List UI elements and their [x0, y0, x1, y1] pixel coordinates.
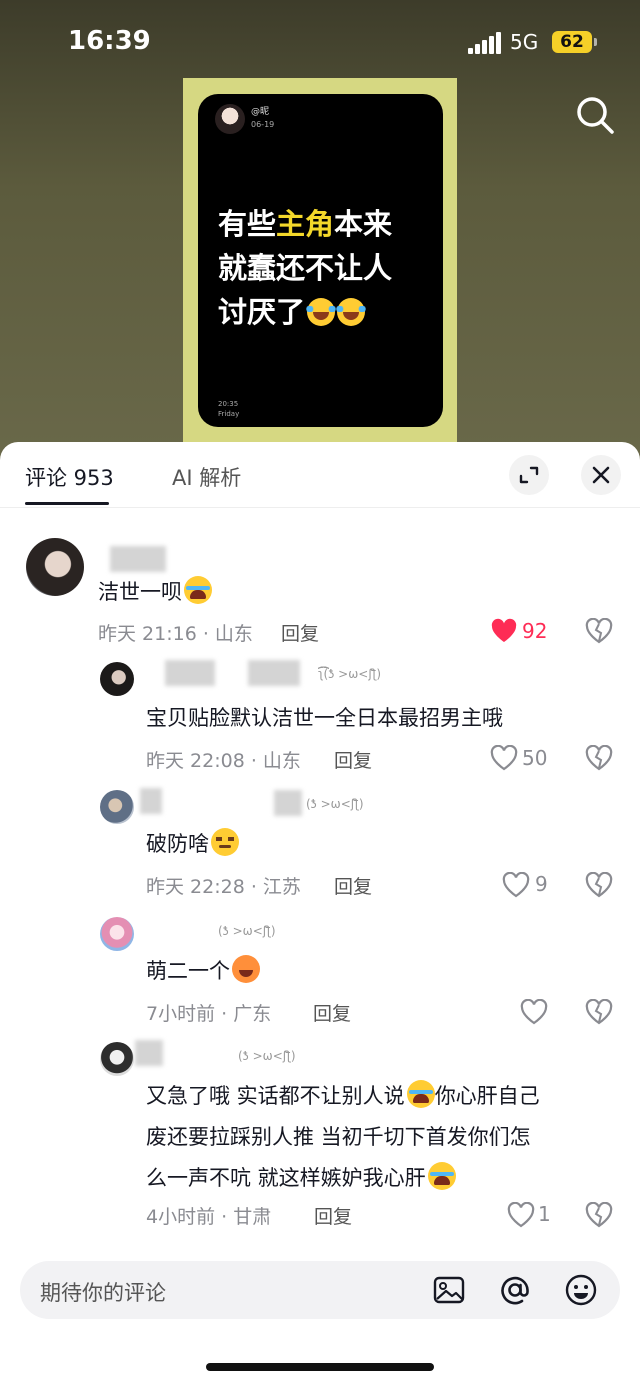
broken-heart-icon[interactable] — [585, 871, 613, 898]
network-label: 5G — [510, 30, 539, 54]
emoji-icon[interactable] — [564, 1273, 598, 1307]
comment-input-bar: 期待你的评论 — [0, 1248, 640, 1385]
username-blurred[interactable] — [248, 660, 300, 686]
like-count: 1 — [538, 1202, 551, 1226]
status-bar: 16:39 5G 62 — [0, 0, 640, 86]
reply-button[interactable]: 回复 — [334, 746, 372, 773]
comment-text: 又急了哦 实话都不让别人说 你心肝自己 废还要拉踩别人推 当初千切下首发你们怎 么… — [146, 1076, 616, 1199]
heart-icon[interactable] — [520, 998, 548, 1025]
search-icon[interactable] — [572, 92, 618, 138]
broken-heart-icon[interactable] — [585, 617, 613, 644]
avatar[interactable] — [100, 790, 134, 824]
video-poster[interactable]: @昵 06-19 有些主角本来 就蠢还不让人 讨厌了 20:35 Friday — [183, 78, 457, 450]
heart-icon[interactable] — [507, 1201, 535, 1228]
like-count: 50 — [522, 746, 548, 770]
comment-meta: 昨天 22:28 · 江苏 — [146, 876, 301, 898]
username-blurred[interactable] — [274, 790, 302, 816]
battery-tip — [594, 38, 597, 46]
close-button[interactable] — [581, 455, 621, 495]
active-tab-indicator — [25, 502, 109, 505]
video-area[interactable]: 16:39 5G 62 @昵 06-19 有些主角本来 就蠢还不让人 讨厌了 2… — [0, 0, 640, 470]
avatar[interactable] — [26, 538, 84, 596]
comment-meta: 昨天 21:16 · 山东 — [98, 623, 253, 645]
unamused-emoji-icon — [211, 828, 239, 856]
comment-meta: 4小时前 · 甘肃 — [146, 1206, 272, 1228]
close-icon — [592, 466, 610, 484]
sheet-tabs: 评论 953 AI 解析 — [0, 442, 640, 508]
broken-heart-icon[interactable] — [585, 744, 613, 771]
comment-text: 破防啥 — [146, 824, 239, 865]
laugh-cry-emoji-icon — [406, 1080, 435, 1108]
tab-comments[interactable]: 评论 953 — [25, 462, 114, 492]
like-count: 9 — [535, 872, 548, 896]
hot-face-emoji-icon — [232, 955, 260, 983]
reply-target-name: (ƾ >ω<ʃƪ) — [238, 1049, 296, 1063]
laugh-cry-emoji-icon — [335, 298, 368, 326]
poster-card: @昵 06-19 有些主角本来 就蠢还不让人 讨厌了 20:35 Friday — [198, 94, 443, 427]
expand-icon — [519, 466, 539, 484]
signal-icon — [468, 32, 502, 54]
like-count: 92 — [522, 619, 548, 643]
reply-button[interactable]: 回复 — [314, 1202, 352, 1229]
poster-avatar — [215, 104, 245, 134]
poster-text: 有些主角本来 就蠢还不让人 讨厌了 — [218, 207, 393, 329]
username-blurred[interactable] — [135, 1040, 163, 1066]
comment-text: 洁世一呗 — [98, 572, 212, 613]
tab-ai-analysis[interactable]: AI 解析 — [172, 462, 241, 492]
broken-heart-icon[interactable] — [585, 998, 613, 1025]
reply-target-name: (ƾ >ω<ʃƪ) — [218, 924, 276, 938]
comment-meta: 7小时前 · 广东 — [146, 1003, 272, 1025]
poster-user: @昵 — [251, 107, 270, 117]
comment-text: 萌二一个 — [146, 951, 260, 992]
username-blurred[interactable] — [110, 546, 166, 572]
comment-sheet: 评论 953 AI 解析 洁世一呗 昨天 21:16 · 山东 回复 92 ʅ͡… — [0, 442, 640, 1385]
reply-target-name: ʅ͡͡͡͡͡͡͡͡͡͡͡(ƾ >ω<ʃƪ) — [318, 667, 382, 681]
heart-icon[interactable] — [490, 618, 518, 644]
laugh-cry-emoji-icon — [305, 298, 338, 326]
status-time: 16:39 — [68, 26, 151, 56]
avatar[interactable] — [100, 662, 134, 696]
crying-emoji-icon — [184, 576, 212, 604]
home-indicator[interactable] — [206, 1363, 434, 1371]
reply-button[interactable]: 回复 — [281, 619, 319, 646]
avatar[interactable] — [100, 1042, 134, 1076]
avatar[interactable] — [100, 917, 134, 951]
heart-icon[interactable] — [490, 744, 518, 771]
at-icon[interactable] — [498, 1273, 532, 1307]
reply-target-name: (ƾ >ω<ʃƪ) — [306, 797, 364, 811]
input-placeholder: 期待你的评论 — [40, 1281, 166, 1305]
laugh-cry-emoji-icon — [427, 1162, 456, 1190]
username-blurred[interactable] — [140, 788, 162, 814]
poster-footer: 20:35 Friday — [218, 400, 240, 418]
reply-button[interactable]: 回复 — [313, 999, 351, 1026]
poster-date: 06-19 — [251, 120, 275, 129]
reply-button[interactable]: 回复 — [334, 872, 372, 899]
expand-button[interactable] — [509, 455, 549, 495]
broken-heart-icon[interactable] — [585, 1201, 613, 1228]
battery-icon: 62 — [552, 31, 592, 53]
image-icon[interactable] — [432, 1273, 466, 1307]
comment-input[interactable]: 期待你的评论 — [20, 1261, 620, 1319]
comment-text: 宝贝贴脸默认洁世一全日本最招男主哦 — [146, 706, 503, 730]
comment-meta: 昨天 22:08 · 山东 — [146, 750, 301, 772]
username-blurred[interactable] — [165, 660, 215, 686]
heart-icon[interactable] — [502, 871, 530, 898]
